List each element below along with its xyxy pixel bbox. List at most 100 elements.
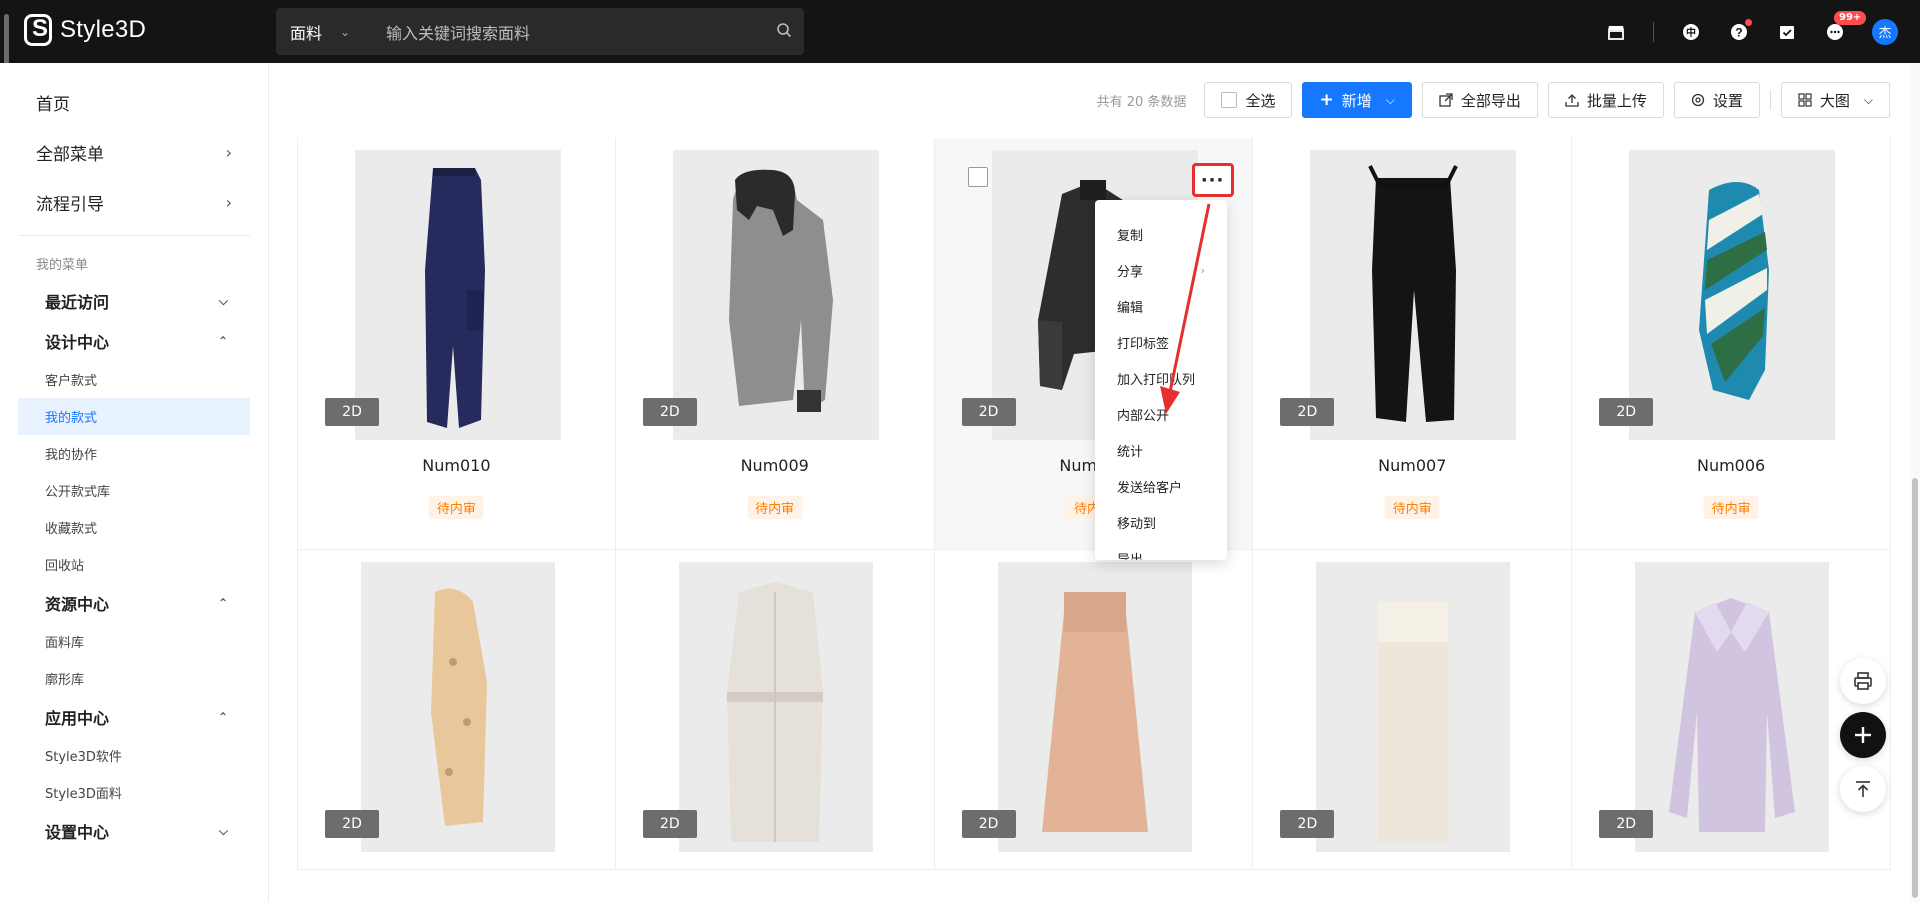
style-thumbnail[interactable] bbox=[997, 562, 1192, 852]
back-to-top-fab[interactable] bbox=[1840, 766, 1886, 812]
style-thumbnail[interactable] bbox=[355, 150, 561, 440]
search-type-select[interactable]: 面料 ⌄ bbox=[276, 20, 386, 44]
style-card[interactable]: 2D bbox=[616, 550, 935, 869]
menu-item-share[interactable]: 分享 › bbox=[1095, 252, 1227, 288]
style-grid: 2D Num010 待内审 2D Num009 待内审 ··· 2D Num00… bbox=[297, 138, 1891, 870]
sidebar-item-style3d-fabric[interactable]: Style3D面料 bbox=[18, 774, 250, 811]
batch-upload-label: 批量上传 bbox=[1586, 91, 1647, 110]
logo-icon bbox=[24, 14, 52, 46]
section-design-center[interactable]: 设计中心 ⌃ bbox=[0, 321, 268, 361]
page-scrollbar[interactable] bbox=[1910, 63, 1920, 902]
style-thumbnail[interactable] bbox=[1316, 562, 1511, 852]
select-all-button[interactable]: 全选 bbox=[1204, 82, 1293, 118]
style-thumbnail[interactable] bbox=[1629, 150, 1836, 440]
tag-2d: 2D bbox=[961, 398, 1016, 426]
add-button[interactable]: + 新增 ⌵ bbox=[1302, 82, 1412, 118]
avatar[interactable]: 杰 bbox=[1872, 18, 1898, 45]
section-app-center[interactable]: 应用中心 ⌃ bbox=[0, 697, 268, 737]
nav-home[interactable]: 首页 bbox=[0, 77, 268, 127]
search-input[interactable]: 输入关键词搜索面料 bbox=[386, 20, 764, 44]
tag-2d: 2D bbox=[961, 810, 1016, 838]
sidebar-item-fabric-library[interactable]: 面料库 bbox=[18, 623, 250, 660]
style-card[interactable]: 2D Num010 待内审 bbox=[297, 138, 616, 549]
message-badge: 99+ bbox=[1834, 10, 1867, 25]
tag-2d: 2D bbox=[325, 398, 379, 426]
style-name: Num007 bbox=[1378, 456, 1447, 475]
help-icon[interactable]: ? bbox=[1728, 18, 1752, 43]
style-thumbnail[interactable] bbox=[1635, 562, 1830, 852]
store-icon[interactable] bbox=[1605, 21, 1627, 43]
checkbox-icon bbox=[1221, 92, 1238, 108]
sidebar-item-public-library[interactable]: 公开款式库 bbox=[18, 472, 250, 509]
style-thumbnail[interactable] bbox=[361, 562, 555, 852]
menu-item-label: 内部公开 bbox=[1117, 408, 1170, 424]
nav-all-menu-label: 全部菜单 bbox=[36, 144, 104, 165]
section-settings-center-label: 设置中心 bbox=[45, 823, 110, 842]
settings-button[interactable]: 设置 bbox=[1673, 82, 1760, 118]
create-fab[interactable] bbox=[1840, 712, 1886, 758]
sidebar-item-my-styles[interactable]: 我的款式 bbox=[18, 398, 250, 435]
section-app-center-label: 应用中心 bbox=[45, 709, 110, 728]
menu-item-export[interactable]: 导出 bbox=[1095, 540, 1227, 561]
sidebar-item-recycle-bin[interactable]: 回收站 bbox=[18, 546, 250, 583]
section-design-center-label: 设计中心 bbox=[45, 333, 110, 352]
menu-item-copy[interactable]: 复制 bbox=[1095, 216, 1227, 252]
style-card[interactable]: 2D Num009 待内审 bbox=[616, 138, 935, 549]
sidebar: 首页 全部菜单 › 流程引导 › 我的菜单 最近访问 ⌵ 设计中心 ⌃ 客户款式… bbox=[0, 63, 269, 902]
menu-item-move-to[interactable]: 移动到 bbox=[1095, 504, 1227, 540]
view-mode-select[interactable]: 大图 ⌵ bbox=[1780, 82, 1890, 118]
section-recent[interactable]: 最近访问 ⌵ bbox=[0, 281, 268, 321]
chevron-down-icon: ⌄ bbox=[340, 24, 351, 39]
nav-process-guide[interactable]: 流程引导 › bbox=[0, 177, 268, 227]
menu-item-statistics[interactable]: 统计 bbox=[1095, 432, 1227, 468]
sidebar-item-favorites[interactable]: 收藏款式 bbox=[18, 509, 250, 546]
plus-icon: + bbox=[1319, 90, 1334, 110]
nav-all-menu[interactable]: 全部菜单 › bbox=[0, 127, 268, 177]
sidebar-item-silhouette-library[interactable]: 廓形库 bbox=[18, 660, 250, 697]
menu-item-send-to-customer[interactable]: 发送给客户 bbox=[1095, 468, 1227, 504]
logo[interactable]: Style3D bbox=[24, 14, 146, 46]
section-recent-label: 最近访问 bbox=[45, 293, 110, 312]
menu-item-internal-public[interactable]: 内部公开 bbox=[1095, 396, 1227, 432]
language-label: 中 bbox=[1686, 28, 1696, 39]
calendar-check-icon[interactable] bbox=[1776, 21, 1798, 43]
search-icon[interactable] bbox=[764, 22, 804, 42]
sidebar-item-my-collab[interactable]: 我的协作 bbox=[18, 435, 250, 472]
batch-upload-button[interactable]: 批量上传 bbox=[1547, 82, 1664, 118]
language-icon[interactable]: 中 bbox=[1680, 21, 1702, 43]
menu-item-label: 统计 bbox=[1117, 444, 1144, 460]
style-thumbnail[interactable] bbox=[678, 562, 873, 852]
style-card[interactable]: 2D bbox=[1572, 550, 1891, 869]
tag-2d: 2D bbox=[1280, 810, 1335, 838]
style-card[interactable]: 2D bbox=[1253, 550, 1573, 869]
menu-item-edit[interactable]: 编辑 bbox=[1095, 288, 1227, 324]
status-badge: 待内审 bbox=[747, 496, 803, 519]
sidebar-item-style3d-software[interactable]: Style3D软件 bbox=[18, 737, 250, 774]
menu-item-label: 移动到 bbox=[1117, 516, 1157, 532]
style-card[interactable]: 2D Num007 待内审 bbox=[1253, 138, 1573, 549]
export-all-button[interactable]: 全部导出 bbox=[1421, 82, 1538, 118]
more-options-button[interactable]: ··· bbox=[1191, 163, 1234, 197]
style-card[interactable]: 2D bbox=[297, 550, 616, 869]
style-name: Num009 bbox=[740, 456, 809, 475]
message-icon[interactable]: 99+ bbox=[1824, 10, 1867, 43]
style-card[interactable]: 2D Num006 待内审 bbox=[1572, 138, 1891, 549]
menu-item-label: 复制 bbox=[1117, 228, 1144, 244]
style-thumbnail[interactable] bbox=[1310, 150, 1517, 440]
print-fab[interactable] bbox=[1840, 658, 1886, 704]
status-badge: 待内审 bbox=[1703, 496, 1759, 519]
chevron-up-icon: ⌃ bbox=[217, 334, 228, 348]
tag-2d: 2D bbox=[642, 398, 697, 426]
export-icon bbox=[1439, 93, 1453, 107]
section-settings-center[interactable]: 设置中心 ⌵ bbox=[0, 811, 268, 851]
style-card[interactable]: 2D bbox=[935, 550, 1254, 869]
chevron-up-icon: ⌃ bbox=[217, 596, 228, 610]
section-resource-center[interactable]: 资源中心 ⌃ bbox=[0, 583, 268, 623]
menu-item-add-print-queue[interactable]: 加入打印队列 bbox=[1095, 360, 1227, 396]
style-thumbnail[interactable] bbox=[672, 150, 879, 440]
sidebar-item-customer-styles[interactable]: 客户款式 bbox=[18, 361, 250, 398]
card-checkbox[interactable] bbox=[967, 167, 988, 187]
menu-item-print-label[interactable]: 打印标签 bbox=[1095, 324, 1227, 360]
scrollbar-thumb[interactable] bbox=[1912, 478, 1918, 898]
select-all-label: 全选 bbox=[1245, 91, 1276, 110]
